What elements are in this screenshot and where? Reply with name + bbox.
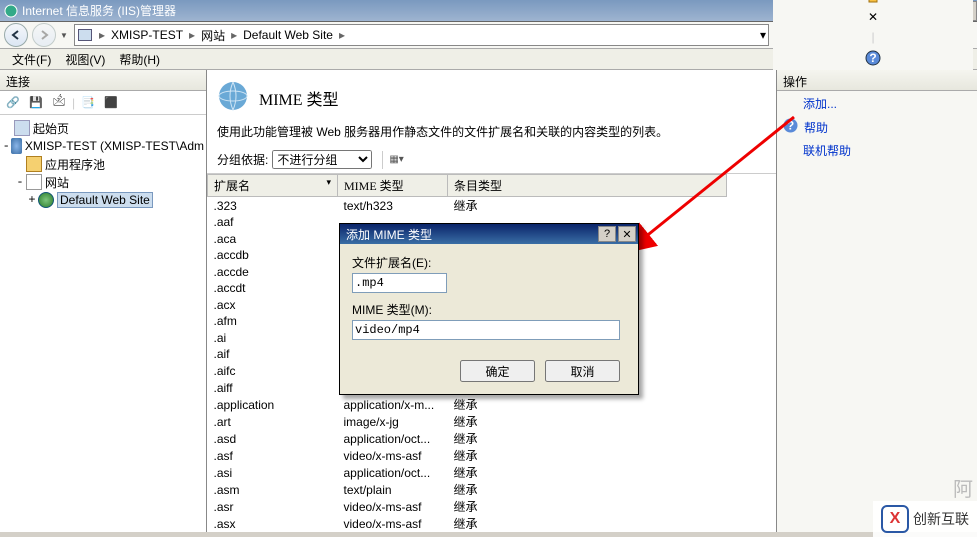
crumb-arrow-icon: ▸ xyxy=(189,28,195,42)
crumb-default-site[interactable]: Default Web Site xyxy=(243,28,333,42)
help-icon: ? xyxy=(783,118,798,136)
menu-file[interactable]: 文件(F) xyxy=(6,49,57,70)
svg-text:?: ? xyxy=(787,119,794,133)
mime-label: MIME 类型(M): xyxy=(352,301,626,318)
app-pools-icon xyxy=(26,156,42,172)
crumb-host[interactable]: XMISP-TEST xyxy=(111,28,183,42)
ext-label: 文件扩展名(E): xyxy=(352,254,626,271)
ext-input[interactable] xyxy=(352,273,447,293)
table-row[interactable]: .asxvideo/x-ms-asf继承 xyxy=(208,515,727,532)
settings-icon[interactable]: ✕ xyxy=(868,10,878,24)
connections-tree[interactable]: 起始页 -XMISP-TEST (XMISP-TEST\Adm 应用程序池 -网… xyxy=(0,115,206,532)
dialog-title: 添加 MIME 类型 xyxy=(346,226,598,243)
computer-node-icon xyxy=(11,138,22,154)
feature-title: MIME 类型 xyxy=(259,86,339,110)
connections-toolbar: 🔗 💾 🖄 | 📑 ⬛ xyxy=(0,91,206,115)
computer-node-icon xyxy=(77,27,93,43)
crumb-arrow-icon: ▸ xyxy=(339,28,345,42)
back-button[interactable] xyxy=(4,23,28,47)
connect-icon[interactable]: 🔗 xyxy=(3,93,23,113)
save-icon[interactable]: 💾 xyxy=(26,93,46,113)
group-view-icon[interactable]: ▦▾ xyxy=(383,154,403,165)
table-row[interactable]: .applicationapplication/x-m...继承 xyxy=(208,396,727,413)
actions-panel: 操作 添加... ?帮助 联机帮助 xyxy=(777,70,977,532)
col-extension[interactable]: 扩展名 ▾ xyxy=(208,175,338,197)
breadcrumb-bar[interactable]: ▸ XMISP-TEST ▸ 网站 ▸ Default Web Site ▸ ▾ xyxy=(74,24,769,46)
crumb-sites[interactable]: 网站 xyxy=(201,27,225,44)
settings-icon-tb[interactable]: 📑 xyxy=(78,93,98,113)
action-online-help[interactable]: 联机帮助 xyxy=(783,142,971,159)
connections-panel: 连接 🔗 💾 🖄 | 📑 ⬛ 起始页 -XMISP-TEST (XMISP-TE… xyxy=(0,70,207,532)
crumb-arrow-icon: ▸ xyxy=(231,28,237,42)
table-row[interactable]: .323text/h323继承 xyxy=(208,197,727,215)
action-help[interactable]: ?帮助 xyxy=(783,118,971,136)
ok-button[interactable]: 确定 xyxy=(460,360,535,382)
tree-start-page[interactable]: 起始页 xyxy=(33,120,69,137)
col-mime-type[interactable]: MIME 类型 xyxy=(338,175,448,197)
col-entry-type[interactable]: 条目类型 xyxy=(448,175,727,197)
tree-host[interactable]: XMISP-TEST (XMISP-TEST\Adm xyxy=(25,139,204,153)
globe-icon xyxy=(38,192,54,208)
tree-app-pools[interactable]: 应用程序池 xyxy=(45,156,105,173)
nav-toolbar: ▼ ▸ XMISP-TEST ▸ 网站 ▸ Default Web Site ▸… xyxy=(0,22,977,49)
connections-header: 连接 xyxy=(0,70,206,91)
history-dropdown[interactable]: ▼ xyxy=(60,31,70,40)
group-by-label: 分组依据: xyxy=(211,151,268,168)
watermark-text: 创新互联 xyxy=(913,509,969,529)
menu-view[interactable]: 视图(V) xyxy=(59,49,111,70)
watermark-logo-icon: X xyxy=(881,505,909,533)
crumb-arrow-icon: ▸ xyxy=(99,28,105,42)
sites-folder-icon xyxy=(26,174,42,190)
table-row[interactable]: .asmtext/plain继承 xyxy=(208,481,727,498)
table-row[interactable]: .asrvideo/x-ms-asf继承 xyxy=(208,498,727,515)
help-icon[interactable]: ? xyxy=(865,50,881,66)
tree-sites[interactable]: 网站 xyxy=(45,174,69,191)
group-by-select[interactable]: 不进行分组 xyxy=(272,150,372,169)
start-page-icon xyxy=(14,120,30,136)
tree-default-site[interactable]: Default Web Site xyxy=(57,192,153,208)
action-add[interactable]: 添加... xyxy=(783,95,971,112)
home-icon[interactable] xyxy=(865,0,881,4)
table-row[interactable]: .asfvideo/x-ms-asf继承 xyxy=(208,447,727,464)
add-mime-dialog: 添加 MIME 类型 ? ✕ 文件扩展名(E): MIME 类型(M): 确定 … xyxy=(339,223,639,395)
breadcrumb-dropdown-icon[interactable]: ▾ xyxy=(760,28,766,42)
stop-icon[interactable]: ⬛ xyxy=(101,93,121,113)
actions-header: 操作 xyxy=(777,70,977,91)
app-icon xyxy=(4,4,18,18)
dialog-close-button[interactable]: ✕ xyxy=(618,226,636,242)
feature-description: 使用此功能管理被 Web 服务器用作静态文件的文件扩展名和关联的内容类型的列表。 xyxy=(207,123,776,148)
dialog-help-button[interactable]: ? xyxy=(598,226,616,242)
mime-feature-icon xyxy=(217,80,249,115)
menu-help[interactable]: 帮助(H) xyxy=(113,49,166,70)
table-row[interactable]: .artimage/x-jg继承 xyxy=(208,413,727,430)
table-row[interactable]: .asiapplication/oct...继承 xyxy=(208,464,727,481)
disconnect-icon[interactable]: 🖄 xyxy=(49,93,69,113)
bg-watermark: 阿 xyxy=(953,473,973,502)
svg-text:?: ? xyxy=(869,51,876,65)
forward-button[interactable] xyxy=(32,23,56,47)
table-row[interactable]: .asdapplication/oct...继承 xyxy=(208,430,727,447)
mime-input[interactable] xyxy=(352,320,620,340)
cancel-button[interactable]: 取消 xyxy=(545,360,620,382)
